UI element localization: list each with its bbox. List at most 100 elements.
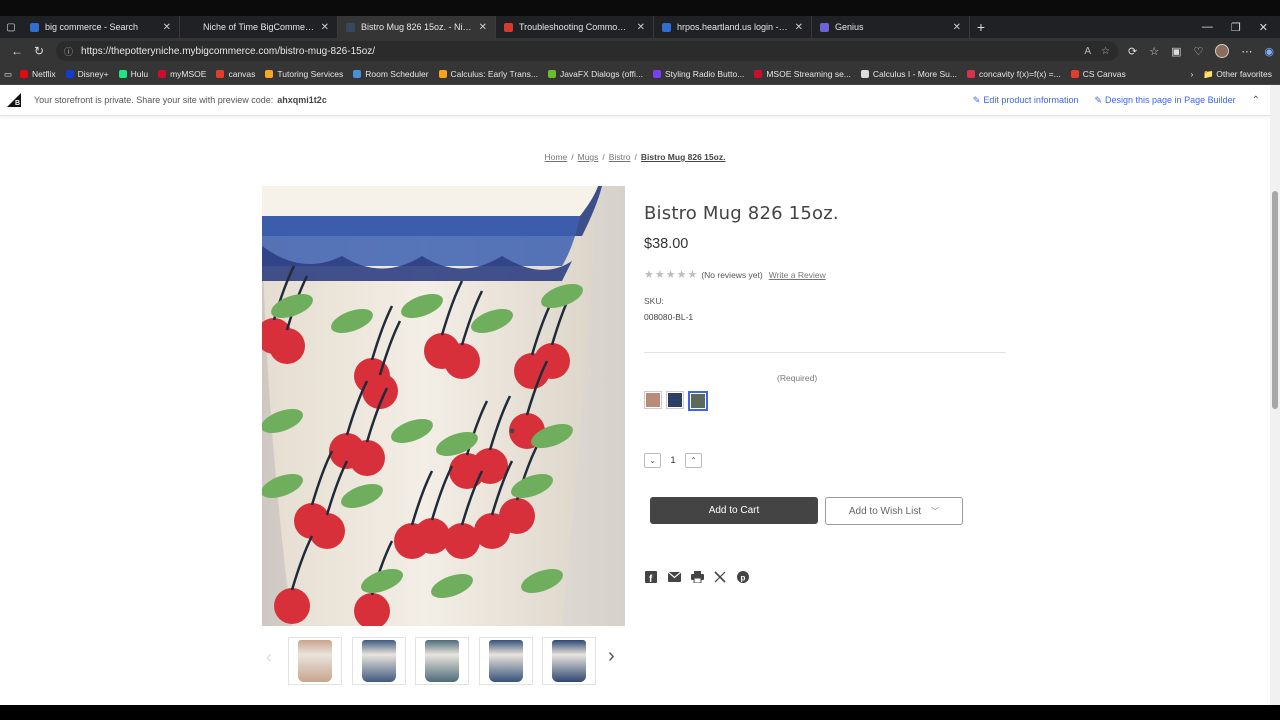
restore-icon[interactable]: ❐ (1231, 21, 1241, 34)
browser-tab[interactable]: big commerce - Search ✕ (22, 16, 180, 38)
breadcrumb-bistro[interactable]: Bistro (609, 152, 631, 162)
close-tab-icon[interactable]: ✕ (479, 22, 487, 33)
edit-product-link[interactable]: ✎ Edit product information (973, 95, 1079, 106)
tab-title: hrpos.heartland.us login - Search (677, 22, 789, 32)
add-to-cart-button[interactable]: Add to Cart (650, 497, 818, 524)
product-thumbnail[interactable] (542, 637, 596, 685)
bookmark-item[interactable]: Netflix (20, 69, 56, 79)
page-scrollbar[interactable] (1270, 85, 1280, 705)
breadcrumb-current[interactable]: Bistro Mug 826 15oz. (641, 152, 726, 162)
close-tab-icon[interactable]: ✕ (637, 22, 645, 33)
minimize-icon[interactable]: — (1202, 21, 1213, 34)
rating-stars: ★★★★★ (644, 269, 699, 281)
product-main-image[interactable] (262, 186, 625, 626)
bookmark-item[interactable]: canvas (216, 69, 255, 79)
tab-title: Niche of Time BigCommerce Co (203, 22, 315, 32)
product-thumbnail[interactable] (352, 637, 406, 685)
url-field[interactable]: ⓘ https://thepotteryniche.mybigcommerce.… (56, 41, 1118, 61)
browser-essentials-icon[interactable]: ♡ (1194, 45, 1204, 58)
bookmark-favicon-icon (65, 70, 74, 78)
profile-avatar[interactable] (1215, 44, 1230, 58)
bookmark-label: Netflix (32, 69, 56, 79)
quantity-input[interactable]: 1 (661, 455, 685, 466)
browser-tab[interactable]: hrpos.heartland.us login - Search ✕ (654, 16, 812, 38)
site-info-icon[interactable]: ⓘ (64, 45, 73, 58)
bookmark-favicon-icon (265, 70, 274, 78)
pattern-swatch[interactable] (688, 391, 708, 411)
write-review-link[interactable]: Write a Review (769, 270, 826, 280)
other-favorites-folder[interactable]: 📁 Other favorites (1203, 69, 1272, 80)
copilot-icon[interactable]: ◉ (1264, 45, 1274, 58)
pattern-swatch[interactable] (666, 391, 684, 409)
add-to-wishlist-button[interactable]: Add to Wish List ﹀ (825, 497, 963, 525)
browser-tab[interactable]: Troubleshooting Common BigCo ✕ (496, 16, 654, 38)
bookmark-item[interactable]: Tutoring Services (265, 69, 343, 79)
favorites-icon[interactable]: ☆ (1149, 45, 1159, 58)
bigcommerce-logo: B (0, 85, 28, 116)
browser-tab[interactable]: Bistro Mug 826 15oz. - Niche of T ✕ (338, 16, 496, 38)
page-builder-link[interactable]: ✎ Design this page in Page Builder (1094, 95, 1235, 106)
bookmark-item[interactable]: concavity f(x)=f(x) =... (966, 69, 1061, 79)
bookmark-item[interactable]: myMSOE (158, 69, 206, 79)
quantity-increase-button[interactable]: ⌃ (685, 453, 702, 468)
extensions-icon[interactable]: ⟳ (1128, 45, 1137, 58)
close-tab-icon[interactable]: ✕ (321, 22, 329, 33)
browser-tab[interactable]: Niche of Time BigCommerce Co ✕ (180, 16, 338, 38)
bookmarks-menu-icon[interactable]: ▭ (4, 69, 12, 80)
new-tab-button[interactable]: + (970, 19, 992, 35)
chevron-up-icon[interactable]: ⌃ (1252, 95, 1260, 106)
bookmark-item[interactable]: Calculus: Early Trans... (438, 69, 538, 79)
bookmarks-bar: ▭ Netflix Disney+ Hulu myMSOE canvas Tutoring… (0, 64, 1280, 85)
product-thumbnail[interactable] (415, 637, 469, 685)
cherry-shape (269, 328, 305, 364)
collections-icon[interactable]: ▣ (1171, 45, 1181, 58)
bookmark-label: Styling Radio Butto... (664, 69, 745, 79)
browser-tab[interactable]: Genius ✕ (812, 16, 970, 38)
close-tab-icon[interactable]: ✕ (163, 22, 171, 33)
scrollbar-thumb[interactable] (1272, 191, 1278, 409)
bookmark-item[interactable]: Hulu (118, 69, 149, 79)
print-icon[interactable] (690, 570, 704, 584)
thumbnail-mug-image (489, 640, 523, 682)
breadcrumb-mugs[interactable]: Mugs (578, 152, 599, 162)
close-tab-icon[interactable]: ✕ (795, 22, 803, 33)
close-window-icon[interactable]: ✕ (1259, 21, 1268, 34)
bookmark-item[interactable]: MSOE Streaming se... (754, 69, 851, 79)
bookmark-label: Calculus I - More Su... (872, 69, 957, 79)
bookmark-label: Hulu (130, 69, 149, 79)
tab-actions-icon[interactable]: ▢ (0, 16, 22, 38)
back-icon[interactable]: ← (6, 44, 28, 58)
x-icon[interactable] (713, 570, 727, 584)
product-thumbnail[interactable] (479, 637, 533, 685)
tab-title: Genius (835, 22, 864, 32)
bookmark-item[interactable]: Styling Radio Butto... (652, 69, 745, 79)
refresh-icon[interactable]: ↻ (28, 44, 50, 58)
browser-window: ▢ big commerce - Search ✕ Niche of Time Bi… (0, 0, 1280, 720)
pattern-swatch[interactable] (644, 391, 662, 409)
breadcrumb-home[interactable]: Home (545, 152, 568, 162)
carousel-prev-icon[interactable]: ‹ (266, 647, 272, 668)
mug-photo (262, 186, 625, 626)
pinterest-icon[interactable]: p (736, 570, 750, 584)
more-menu-icon[interactable]: ⋯ (1241, 45, 1252, 58)
bookmark-favicon-icon (652, 70, 661, 78)
read-aloud-icon[interactable]: A (1084, 46, 1091, 57)
bookmark-item[interactable]: JavaFX Dialogs (offi... (547, 69, 643, 79)
bookmark-item[interactable]: Room Scheduler (353, 69, 429, 79)
pattern-swatches (644, 391, 708, 411)
facebook-icon[interactable]: f (644, 570, 658, 584)
chevron-right-icon[interactable]: › (1190, 69, 1193, 79)
product-thumbnail[interactable] (288, 637, 342, 685)
carousel-next-icon[interactable]: › (608, 645, 615, 668)
close-tab-icon[interactable]: ✕ (953, 22, 961, 33)
bookmark-item[interactable]: Disney+ (65, 69, 109, 79)
favorite-star-icon[interactable]: ☆ (1101, 46, 1110, 57)
bookmark-favicon-icon (754, 70, 763, 78)
quantity-decrease-button[interactable]: ⌄ (644, 453, 661, 468)
bookmark-item[interactable]: CS Canvas (1070, 69, 1126, 79)
bookmark-label: concavity f(x)=f(x) =... (978, 69, 1061, 79)
bookmark-item[interactable]: Calculus I - More Su... (860, 69, 957, 79)
bookmarks-overflow: › 📁 Other favorites (1190, 69, 1280, 80)
url-actions: A ☆ (1084, 46, 1110, 57)
email-icon[interactable] (667, 570, 681, 584)
